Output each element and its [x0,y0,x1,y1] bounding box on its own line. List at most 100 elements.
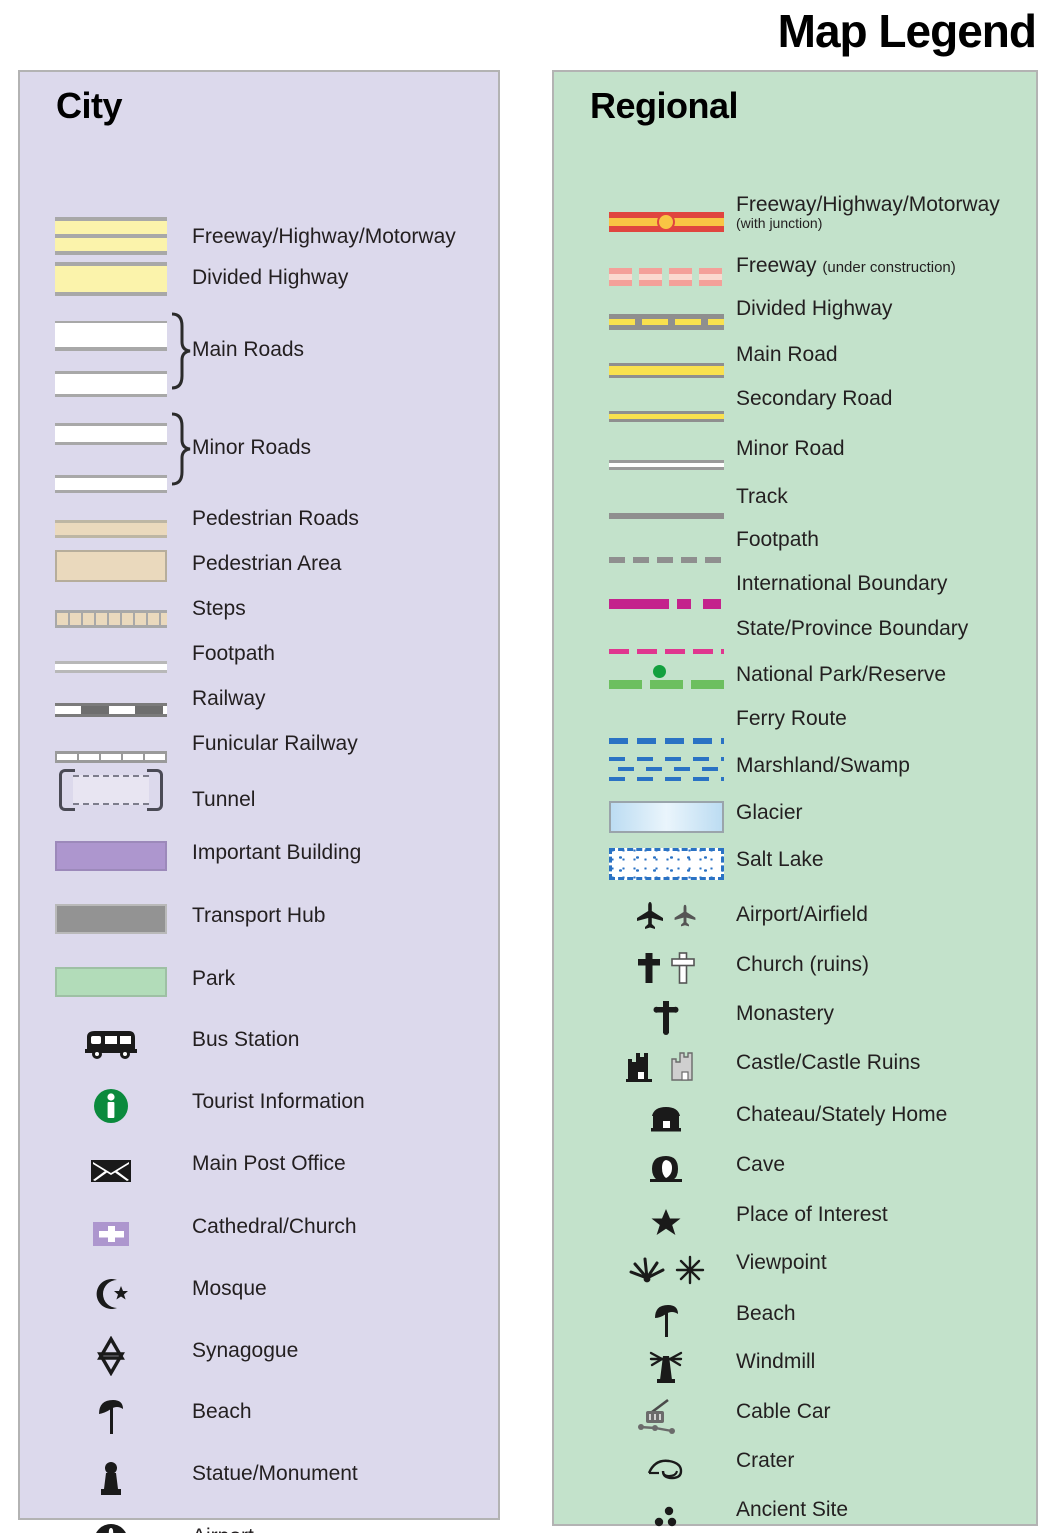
legend-label: Marshland/Swamp [736,754,910,777]
junction-dot-icon [657,213,675,231]
legend-label: Airport [192,1525,254,1533]
city-legend-panel: City Freeway/Highway/Motorway Divided Hi… [18,70,500,1533]
city-important-building-swatch [55,841,167,871]
legend-label: Minor Roads [192,436,312,459]
legend-label: Important Building [192,841,362,864]
legend-label-main: Freeway [736,254,817,277]
regional-divided-highway-swatch [608,314,724,330]
legend-label: Pedestrian Roads [192,507,359,530]
city-pedestrian-road-swatch [55,520,167,538]
legend-label: Crater [736,1449,795,1472]
city-railway-swatch [55,703,167,717]
legend-label: Beach [736,1302,796,1325]
legend-label: Salt Lake [736,848,824,871]
page-title: Map Legend [777,5,1037,57]
legend-label: Freeway (under construction) [736,254,956,277]
regional-footpath-swatch [608,557,724,563]
city-divided-highway-swatch [55,262,167,296]
legend-label: Track [736,485,788,508]
legend-label: Windmill [736,1350,816,1373]
city-footpath-swatch [55,661,167,673]
city-steps-swatch [55,610,167,628]
parasol-icon [655,1305,678,1337]
city-panel-heading: City [56,85,123,126]
regional-main-road-swatch [608,362,724,378]
legend-label: Footpath [736,528,819,551]
regional-legend-panel: Regional Freeway/Highway/Motorway (with … [552,70,1038,1527]
envelope-icon [91,1160,131,1182]
map-legend-page: Map Legend City Freeway/Highway/Motorway… [0,0,1050,1533]
legend-label: Tourist Information [192,1090,365,1113]
legend-label: National Park/Reserve [736,663,947,686]
regional-minor-road-swatch [608,460,724,470]
legend-label: Transport Hub [192,904,326,927]
windmill-icon [649,1351,683,1383]
city-transport-hub-swatch [55,904,167,934]
regional-marshland-swatch [608,754,724,784]
legend-label: Pedestrian Area [192,552,342,575]
legend-label: Castle/Castle Ruins [736,1051,921,1074]
legend-label: Cathedral/Church [192,1215,357,1238]
regional-ferry-route-swatch [608,738,724,744]
star-icon [651,1209,681,1235]
star-of-david-icon [97,1336,125,1376]
legend-label: Footpath [192,642,275,665]
city-pedestrian-area-swatch [55,550,167,582]
legend-label: Chateau/Stately Home [736,1103,948,1126]
legend-label: Cave [736,1153,786,1176]
legend-label: Airport/Airfield [736,903,868,926]
church-ruins-cross-icon [671,952,695,984]
cross-icon [638,953,660,983]
legend-label: Tunnel [192,788,256,811]
legend-label-sub: (under construction) [822,259,956,276]
crater-icon [647,1459,683,1480]
legend-label: Mosque [192,1277,267,1300]
legend-label: State/Province Boundary [736,617,969,640]
legend-label: Statue/Monument [192,1462,358,1485]
legend-label: Place of Interest [736,1203,888,1226]
legend-label: Ferry Route [736,707,847,730]
regional-freeway-under-construction-swatch [608,268,724,286]
legend-label: Ancient Site [736,1498,849,1521]
monument-icon [101,1462,121,1495]
castle-icon [626,1053,652,1082]
legend-label: Monastery [736,1002,835,1025]
chateau-icon [651,1107,681,1132]
cave-icon [650,1156,682,1182]
legend-label: Divided Highway [736,297,893,320]
regional-freeway-swatch [608,212,724,232]
legend-label: Main Roads [192,338,305,361]
city-minor-road-swatch-b [55,475,167,493]
information-icon [94,1089,128,1123]
castle-ruins-icon [671,1052,693,1081]
viewpoint-half-icon [629,1257,665,1283]
city-funicular-railway-swatch [55,751,167,763]
legend-label-sub: (with junction) [736,215,823,232]
legend-label: Steps [192,597,246,620]
regional-panel-heading: Regional [590,85,739,126]
legend-label: Viewpoint [736,1251,827,1274]
legend-label: Synagogue [192,1339,299,1362]
legend-label: Minor Road [736,437,845,460]
legend-label: Secondary Road [736,387,893,410]
legend-label: Beach [192,1400,252,1423]
airplane-circle-icon [96,1524,126,1533]
legend-label: Park [192,967,236,990]
regional-secondary-road-swatch [608,410,724,422]
ancient-site-icon [654,1506,677,1527]
legend-label-main: Freeway/Highway/Motorway [736,193,1000,216]
legend-label: Church (ruins) [736,953,870,976]
legend-label: International Boundary [736,572,948,595]
bus-icon [85,1031,137,1059]
orthodox-cross-icon [653,1001,679,1035]
viewpoint-full-icon [675,1255,705,1285]
city-main-road-swatch-b [55,371,167,397]
park-dot-icon [652,665,666,678]
city-main-road-swatch-a [55,321,167,351]
regional-track-swatch [608,513,724,519]
legend-label: Main Post Office [192,1152,346,1175]
regional-state-boundary-swatch [608,648,724,654]
regional-glacier-swatch [608,801,724,833]
crescent-star-icon [96,1279,128,1309]
main-roads-brace-icon [171,312,191,390]
